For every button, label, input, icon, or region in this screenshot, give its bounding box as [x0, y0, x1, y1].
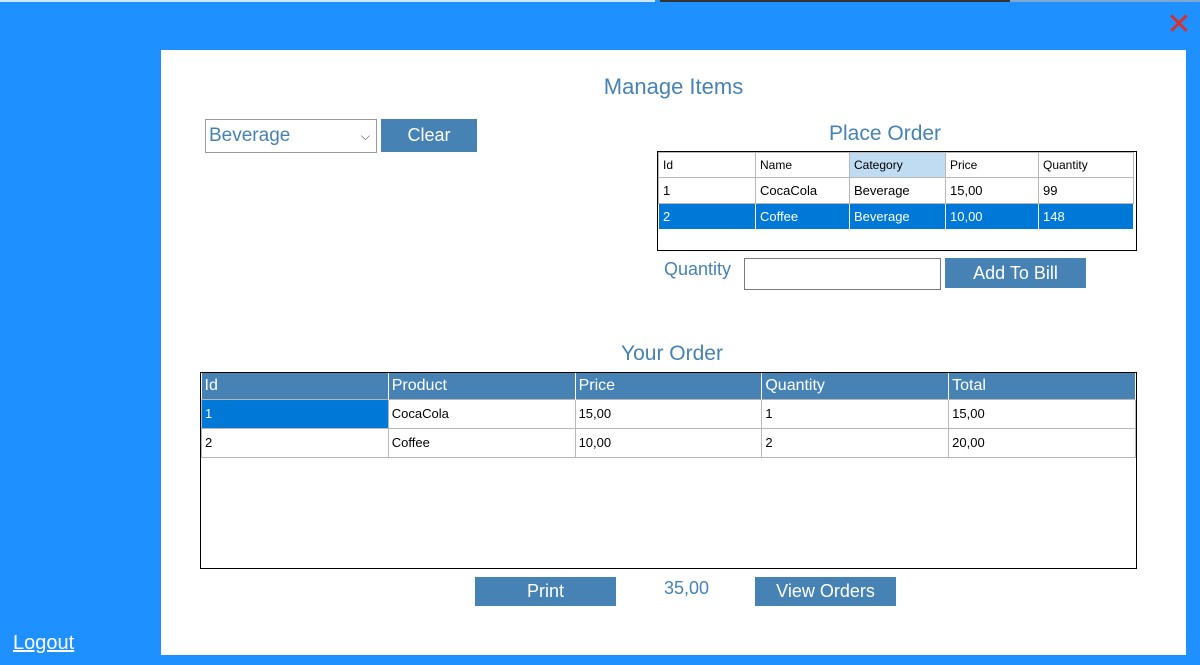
column-header-id[interactable]: Id [658, 152, 756, 178]
place-order-title: Place Order [829, 122, 942, 145]
cell-quantity[interactable]: 1 [761, 398, 950, 429]
top-strip-dark [660, 0, 1010, 2]
column-header-price[interactable]: Price [575, 373, 763, 399]
column-header-price[interactable]: Price [945, 152, 1039, 178]
add-to-bill-button[interactable]: Add To Bill [945, 258, 1086, 288]
cell-name[interactable]: CocaCola [755, 177, 850, 204]
table-row[interactable]: 1 CocaCola Beverage 15,00 99 [658, 177, 1134, 204]
top-strip-grey [1010, 0, 1200, 2]
quantity-label: Quantity [664, 259, 732, 279]
quantity-input[interactable] [744, 258, 941, 290]
main-panel: Manage Items Beverage ⌵ Clear Place Orde… [161, 50, 1186, 655]
top-strip [0, 0, 655, 2]
page-title: Manage Items [603, 74, 744, 99]
cell-product[interactable]: CocaCola [387, 398, 576, 429]
cell-id[interactable]: 1 [201, 398, 389, 429]
cell-price[interactable]: 15,00 [945, 177, 1039, 204]
column-header-total[interactable]: Total [948, 373, 1136, 399]
order-grid-header: Id Product Price Quantity Total [201, 373, 1136, 399]
cell-price[interactable]: 15,00 [574, 398, 763, 429]
cell-quantity[interactable]: 99 [1038, 177, 1134, 204]
column-header-product[interactable]: Product [388, 373, 576, 399]
cell-id[interactable]: 2 [201, 427, 389, 458]
cell-quantity[interactable]: 2 [761, 427, 950, 458]
column-header-id[interactable]: Id [201, 373, 389, 399]
column-header-category[interactable]: Category [849, 152, 946, 178]
clear-button[interactable]: Clear [381, 119, 477, 152]
column-header-quantity[interactable]: Quantity [1038, 152, 1134, 178]
cell-price[interactable]: 10,00 [945, 203, 1039, 230]
print-button[interactable]: Print [475, 577, 616, 606]
cell-product[interactable]: Coffee [387, 427, 576, 458]
cell-quantity[interactable]: 148 [1038, 203, 1134, 230]
table-row-selected[interactable]: 2 Coffee Beverage 10,00 148 [658, 203, 1134, 230]
cell-category[interactable]: Beverage [849, 177, 946, 204]
order-total: 35,00 [664, 578, 710, 598]
cell-name[interactable]: Coffee [755, 203, 850, 230]
your-order-title: Your Order [621, 342, 723, 365]
category-select-value: Beverage [209, 125, 291, 146]
order-grid[interactable]: Id Product Price Quantity Total 1 CocaCo… [200, 372, 1137, 569]
cell-id[interactable]: 1 [658, 177, 756, 204]
cell-total[interactable]: 20,00 [948, 427, 1136, 458]
category-select[interactable]: Beverage ⌵ [205, 119, 377, 153]
cell-id[interactable]: 2 [658, 203, 756, 230]
table-row[interactable]: 1 CocaCola 15,00 1 15,00 [201, 398, 1136, 429]
cell-total[interactable]: 15,00 [948, 398, 1136, 429]
cell-category[interactable]: Beverage [849, 203, 946, 230]
logout-link[interactable]: Logout [13, 632, 74, 655]
column-header-quantity[interactable]: Quantity [761, 373, 950, 399]
column-header-name[interactable]: Name [755, 152, 850, 178]
chevron-down-icon: ⌵ [360, 129, 370, 143]
table-row[interactable]: 2 Coffee 10,00 2 20,00 [201, 427, 1136, 458]
close-icon[interactable]: ✕ [1164, 10, 1194, 40]
items-grid[interactable]: Id Name Category Price Quantity 1 CocaCo… [657, 151, 1137, 251]
cell-price[interactable]: 10,00 [574, 427, 763, 458]
items-grid-header: Id Name Category Price Quantity [658, 152, 1134, 178]
view-orders-button[interactable]: View Orders [755, 577, 896, 606]
